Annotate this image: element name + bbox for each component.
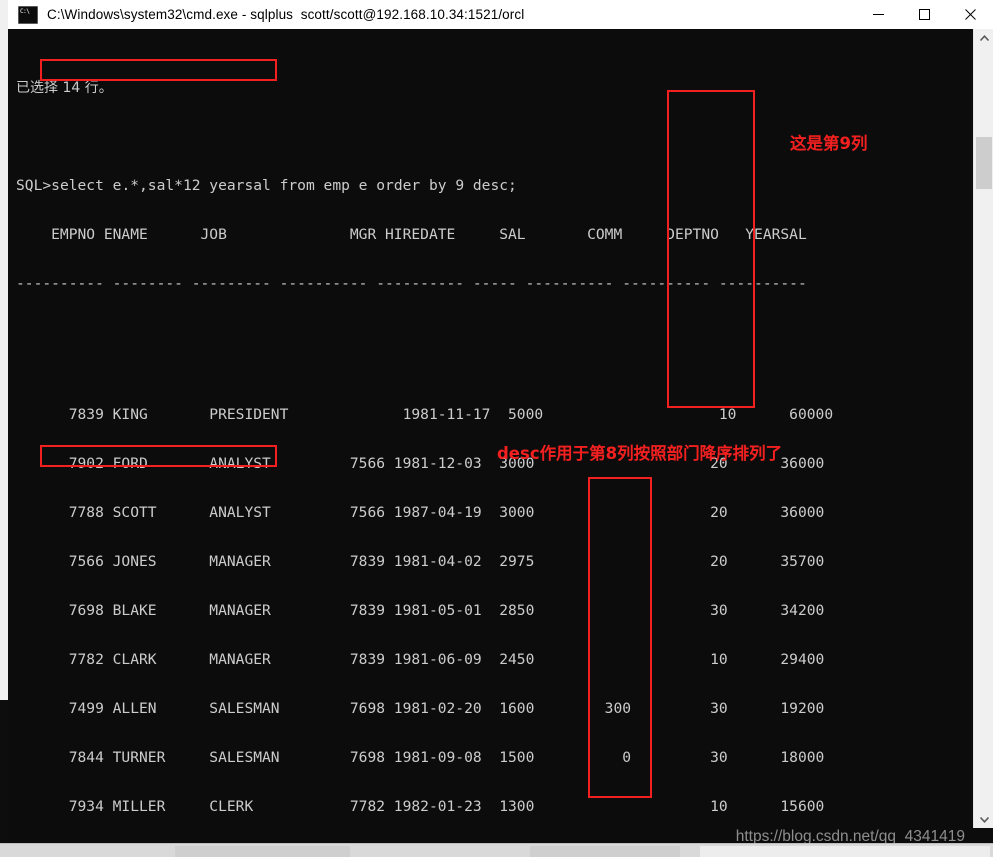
window-controls [855, 0, 993, 29]
cmd-window: C:\Windows\system32\cmd.exe - sqlplus sc… [8, 0, 993, 857]
query-1-text: select e.*,sal*12 yearsal from emp e ord… [51, 177, 517, 194]
status-rows-selected-1: 已选择 14 行。 [16, 80, 833, 96]
screen: C:\Windows\system32\cmd.exe - sqlplus sc… [0, 0, 993, 857]
scroll-down-arrow-icon[interactable] [974, 810, 993, 828]
window-titlebar[interactable]: C:\Windows\system32\cmd.exe - sqlplus sc… [8, 0, 993, 30]
sql-prompt: SQL> [16, 177, 51, 194]
table-row: 7698 BLAKE MANAGER 7839 1981-05-01 2850 … [16, 603, 833, 619]
cmd-icon [18, 6, 38, 24]
blank-line [16, 325, 833, 341]
table-row: 7844 TURNER SALESMAN 7698 1981-09-08 150… [16, 750, 833, 766]
taskbar-item[interactable] [530, 846, 680, 857]
taskbar [0, 843, 993, 857]
table-row: 7934 MILLER CLERK 7782 1982-01-23 1300 1… [16, 799, 833, 815]
minimize-button[interactable] [855, 0, 901, 29]
table-row: 7566 JONES MANAGER 7839 1981-04-02 2975 … [16, 554, 833, 570]
table-row: 7499 ALLEN SALESMAN 7698 1981-02-20 1600… [16, 701, 833, 717]
annotation-col8-note: desc作用于第8列按照部门降序排列了 [497, 440, 782, 464]
table-1-rule: ---------- -------- --------- ----------… [16, 276, 833, 292]
annotation-col9-note: 这是第9列 [790, 130, 867, 154]
console-scrollbar[interactable] [973, 29, 993, 828]
scroll-up-arrow-icon[interactable] [974, 29, 993, 47]
table-row: 7839 KING PRESIDENT 1981-11-17 5000 10 6… [16, 407, 833, 423]
maximize-button[interactable] [901, 0, 947, 29]
terminal-text: 已选择 14 行。 SQL>select e.*,sal*12 yearsal … [16, 31, 833, 828]
table-row: 7782 CLARK MANAGER 7839 1981-06-09 2450 … [16, 652, 833, 668]
console-scrollbar-thumb[interactable] [976, 137, 992, 189]
close-button[interactable] [947, 0, 993, 29]
taskbar-item[interactable] [175, 846, 350, 857]
table-row: 7788 SCOTT ANALYST 7566 1987-04-19 3000 … [16, 505, 833, 521]
table-1-header: EMPNO ENAME JOB MGR HIREDATE SAL COMM DE… [16, 227, 833, 243]
blank-line [16, 129, 833, 145]
window-title: C:\Windows\system32\cmd.exe - sqlplus sc… [47, 7, 524, 22]
desktop-left-strip-lower [0, 700, 8, 857]
prompt-line-1: SQL>select e.*,sal*12 yearsal from emp e… [16, 178, 833, 194]
taskbar-item[interactable] [700, 846, 990, 857]
